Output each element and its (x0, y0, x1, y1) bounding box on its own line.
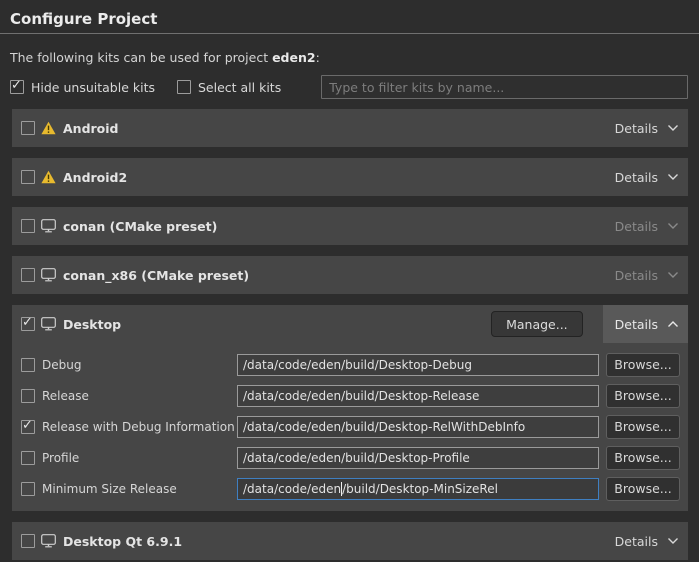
kit-row-android2: Android2 Details (12, 158, 688, 196)
desktop-monitor-icon (41, 317, 56, 331)
build-directory-input[interactable] (237, 416, 599, 438)
build-config-row-release: Release Browse... (12, 380, 688, 411)
details-toggle[interactable]: Details (603, 158, 688, 196)
page-title: Configure Project (0, 0, 699, 28)
config-label: Release with Debug Information (42, 420, 235, 434)
build-config-row-debug: Debug Browse... (12, 349, 688, 380)
chevron-down-icon (667, 271, 679, 279)
browse-button[interactable]: Browse... (606, 477, 680, 501)
kit-section-desktop: Desktop Manage... Details Debug Browse..… (12, 305, 688, 511)
kit-row-android: Android Details (12, 109, 688, 147)
config-checkbox[interactable] (21, 358, 35, 372)
chevron-down-icon (667, 124, 679, 132)
details-toggle[interactable]: Details (603, 305, 688, 343)
build-directory-input[interactable] (237, 447, 599, 469)
chevron-down-icon (667, 537, 679, 545)
build-directory-input[interactable] (237, 354, 599, 376)
kit-row-desktop: Desktop Manage... Details (12, 305, 688, 343)
details-toggle[interactable]: Details (603, 109, 688, 147)
path-text-after-caret: /build/Desktop-MinSizeRel (342, 482, 498, 496)
kit-list: Android Details Android2 Details (12, 109, 688, 560)
build-config-list: Debug Browse... Release Browse... Releas… (12, 343, 688, 511)
config-label: Release (42, 389, 89, 403)
select-all-kits-checkbox-group[interactable]: Select all kits (177, 80, 281, 95)
build-config-row-minsizerel: Minimum Size Release /data/code/eden/bui… (12, 473, 688, 504)
project-name: eden2 (272, 50, 316, 65)
intro-text: The following kits can be used for proje… (10, 50, 699, 65)
hide-unsuitable-kits-checkbox-group[interactable]: Hide unsuitable kits (10, 80, 155, 95)
kit-checkbox[interactable] (21, 170, 35, 184)
browse-button[interactable]: Browse... (606, 415, 680, 439)
kit-name: conan_x86 (CMake preset) (63, 268, 249, 283)
details-label: Details (615, 317, 658, 332)
config-label: Profile (42, 451, 79, 465)
details-label: Details (615, 219, 658, 234)
select-all-kits-label: Select all kits (198, 80, 281, 95)
config-checkbox[interactable] (21, 420, 35, 434)
details-toggle[interactable]: Details (603, 207, 688, 245)
kit-checkbox[interactable] (21, 268, 35, 282)
config-checkbox[interactable] (21, 451, 35, 465)
desktop-monitor-icon (41, 534, 56, 548)
chevron-up-icon (667, 320, 679, 328)
warning-icon (41, 121, 56, 135)
kit-row-desktop-qt: Desktop Qt 6.9.1 Details (12, 522, 688, 560)
build-directory-input[interactable] (237, 385, 599, 407)
config-label: Minimum Size Release (42, 482, 177, 496)
kit-checkbox[interactable] (21, 219, 35, 233)
kit-name: Android (63, 121, 119, 136)
select-all-kits-checkbox[interactable] (177, 80, 191, 94)
kit-checkbox[interactable] (21, 121, 35, 135)
title-divider (0, 33, 699, 34)
configure-project-page: Configure Project The following kits can… (0, 0, 699, 562)
desktop-monitor-icon (41, 219, 56, 233)
kit-name: Android2 (63, 170, 127, 185)
path-text-before-caret: /data/code/eden (243, 482, 341, 496)
kit-checkbox[interactable] (21, 317, 35, 331)
chevron-down-icon (667, 173, 679, 181)
kit-name: Desktop Qt 6.9.1 (63, 534, 182, 549)
config-checkbox[interactable] (21, 389, 35, 403)
browse-button[interactable]: Browse... (606, 353, 680, 377)
config-label: Debug (42, 358, 81, 372)
config-checkbox[interactable] (21, 482, 35, 496)
browse-button[interactable]: Browse... (606, 384, 680, 408)
kit-checkbox[interactable] (21, 534, 35, 548)
build-config-row-relwithdebinfo: Release with Debug Information Browse... (12, 411, 688, 442)
kit-row-conan-x86: conan_x86 (CMake preset) Details (12, 256, 688, 294)
hide-unsuitable-kits-checkbox[interactable] (10, 80, 24, 94)
kit-filter-input[interactable] (321, 75, 688, 99)
intro-suffix: : (316, 50, 320, 65)
manage-kits-button[interactable]: Manage... (491, 311, 583, 337)
details-label: Details (615, 268, 658, 283)
browse-button[interactable]: Browse... (606, 446, 680, 470)
kit-name: conan (CMake preset) (63, 219, 217, 234)
intro-prefix: The following kits can be used for proje… (10, 50, 272, 65)
details-toggle[interactable]: Details (603, 256, 688, 294)
kit-row-conan: conan (CMake preset) Details (12, 207, 688, 245)
desktop-monitor-icon (41, 268, 56, 282)
kit-name: Desktop (63, 317, 121, 332)
filter-bar: Hide unsuitable kits Select all kits (10, 75, 688, 99)
build-directory-input-focused[interactable]: /data/code/eden/build/Desktop-MinSizeRel (237, 478, 599, 500)
details-label: Details (615, 534, 658, 549)
details-label: Details (615, 170, 658, 185)
hide-unsuitable-kits-label: Hide unsuitable kits (31, 80, 155, 95)
build-config-row-profile: Profile Browse... (12, 442, 688, 473)
chevron-down-icon (667, 222, 679, 230)
warning-icon (41, 170, 56, 184)
details-toggle[interactable]: Details (603, 522, 688, 560)
details-label: Details (615, 121, 658, 136)
